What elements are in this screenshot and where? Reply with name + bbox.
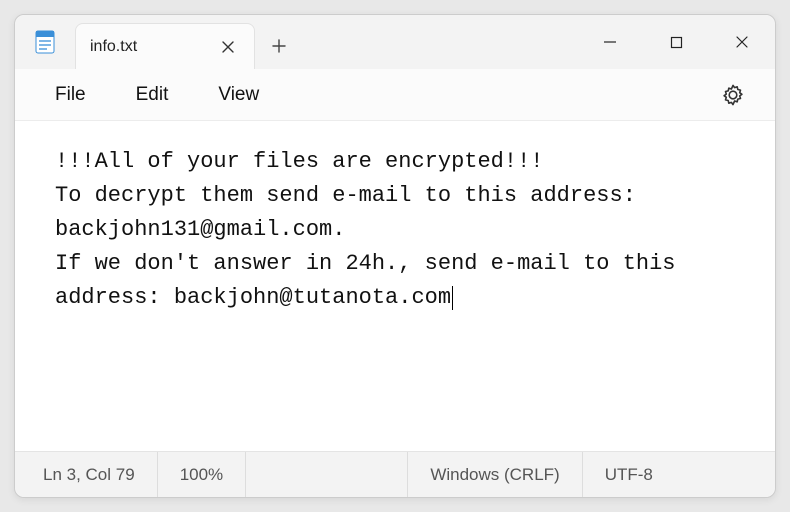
tab-title: info.txt [90, 38, 216, 56]
close-window-button[interactable] [709, 15, 775, 69]
menu-file[interactable]: File [51, 78, 90, 112]
gear-icon [721, 83, 745, 107]
app-icon [15, 15, 75, 69]
maximize-button[interactable] [643, 15, 709, 69]
menu-view[interactable]: View [214, 78, 263, 112]
close-tab-icon[interactable] [216, 35, 240, 59]
status-spacer [246, 452, 408, 497]
text-body: !!!All of your files are encrypted!!! To… [55, 149, 689, 310]
minimize-button[interactable] [577, 15, 643, 69]
menu-edit[interactable]: Edit [132, 78, 173, 112]
text-caret [452, 286, 453, 310]
status-position: Ln 3, Col 79 [37, 452, 158, 497]
new-tab-button[interactable] [255, 23, 303, 69]
titlebar: info.txt [15, 15, 775, 69]
settings-button[interactable] [715, 77, 751, 113]
menubar: File Edit View [15, 69, 775, 121]
notepad-window: info.txt File Edit View !!! [14, 14, 776, 498]
status-zoom[interactable]: 100% [158, 452, 246, 497]
status-encoding: UTF-8 [583, 452, 675, 497]
editor-content[interactable]: !!!All of your files are encrypted!!! To… [15, 121, 775, 451]
statusbar: Ln 3, Col 79 100% Windows (CRLF) UTF-8 [15, 451, 775, 497]
status-line-ending: Windows (CRLF) [408, 452, 582, 497]
tab-active[interactable]: info.txt [75, 23, 255, 69]
